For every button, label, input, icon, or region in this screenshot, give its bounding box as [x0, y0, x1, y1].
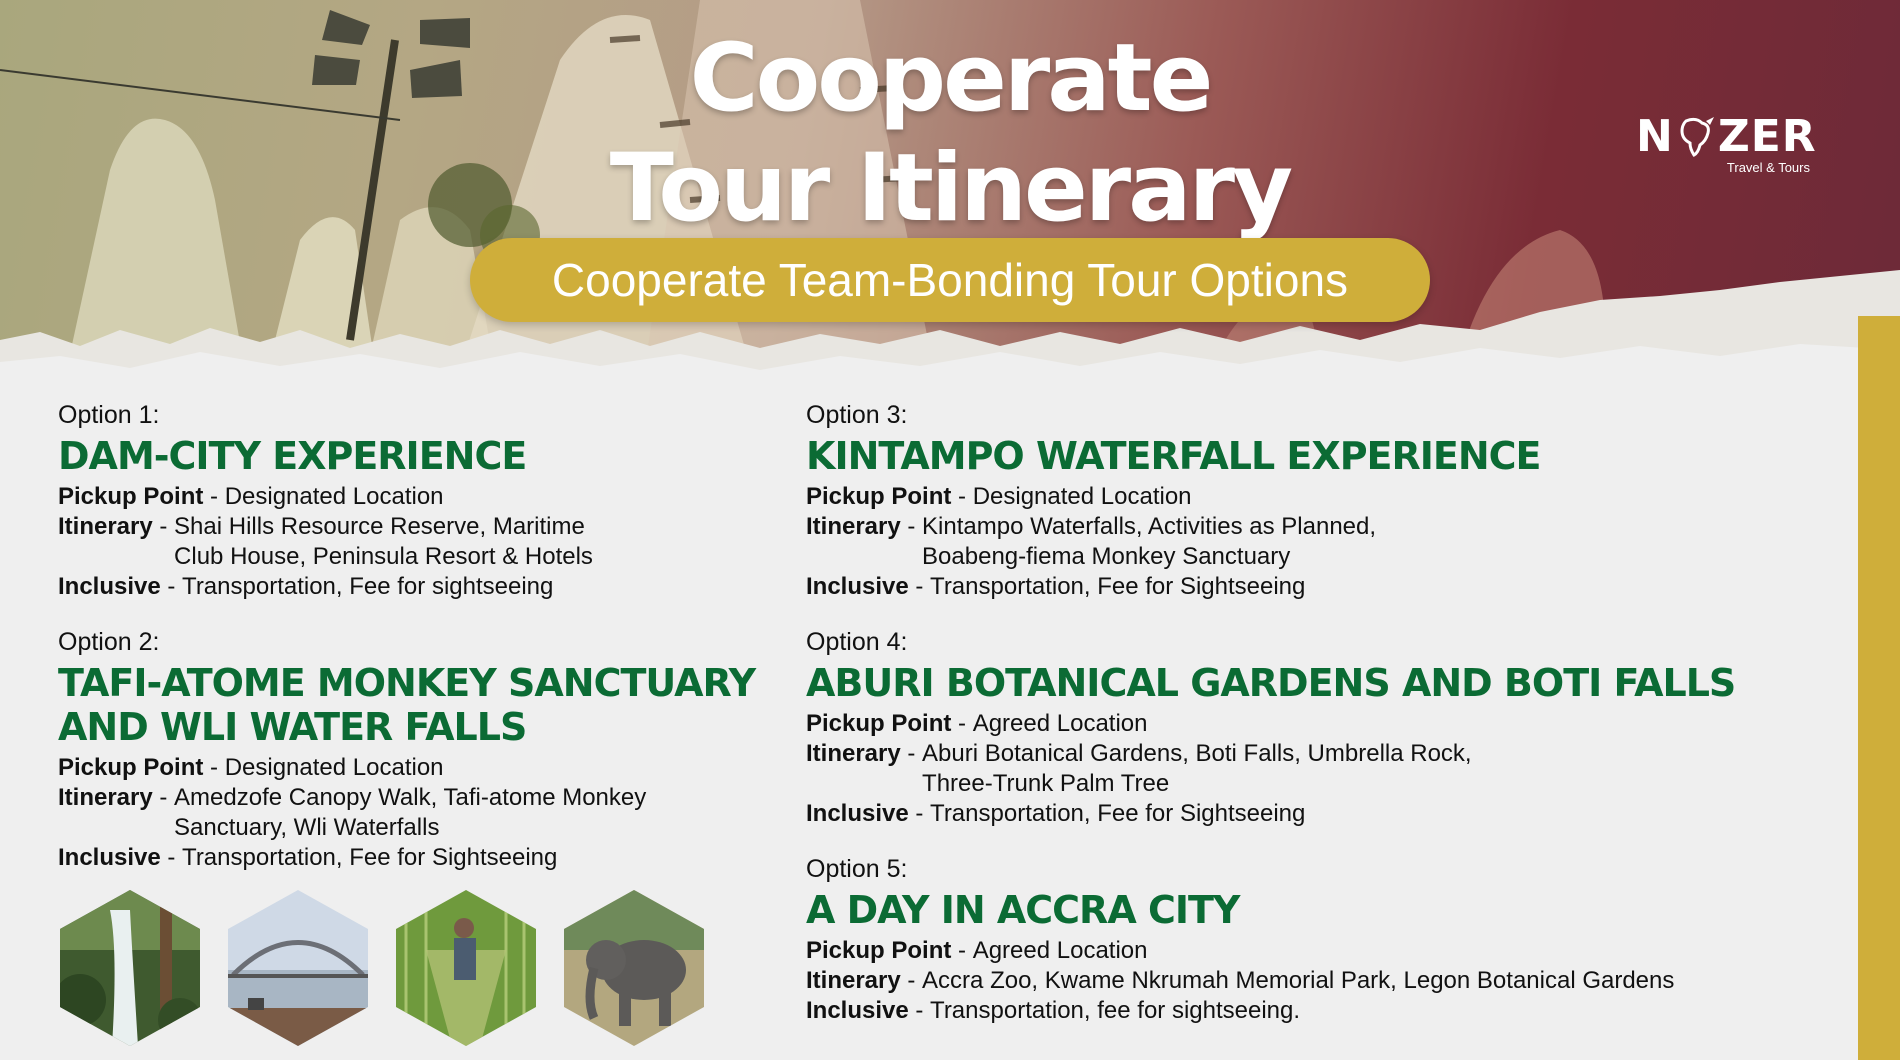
itinerary-key: Itinerary [806, 740, 901, 767]
option-card-1: Option 1: DAM-CITY EXPERIENCE Pickup Poi… [58, 400, 593, 602]
inclusive-value: Transportation, fee for sightseeing. [930, 997, 1301, 1024]
logo-text-right: ZER [1717, 111, 1817, 162]
page-title-line1: Cooperate [689, 24, 1214, 133]
inclusive-row: Inclusive - Transportation, Fee for sigh… [58, 573, 554, 600]
pickup-row: Pickup Point - Designated Location [58, 754, 444, 781]
waterfall-photo [60, 890, 200, 1046]
itinerary-value: Accra Zoo, Kwame Nkrumah Memorial Park, … [922, 967, 1675, 994]
logo-text-left: N [1636, 111, 1674, 162]
inclusive-value: Transportation, Fee for Sightseeing [182, 844, 558, 871]
option-label: Option 2: [58, 628, 160, 656]
option-title: DAM-CITY EXPERIENCE [58, 434, 527, 478]
itinerary-value: Kintampo Waterfalls, Activities as Plann… [922, 513, 1377, 570]
pickup-row: Pickup Point - Agreed Location [806, 937, 1148, 964]
option-title-line2: AND WLI WATER FALLS [58, 705, 527, 749]
pickup-value: Agreed Location [972, 710, 1148, 737]
inclusive-row: Inclusive - Transportation, Fee for Sigh… [806, 573, 1306, 600]
option-title: A DAY IN ACCRA CITY [806, 888, 1240, 932]
option-title: TAFI-ATOME MONKEY SANCTUARY AND WLI WATE… [58, 661, 756, 749]
pickup-key: Pickup Point [806, 483, 952, 510]
pickup-key: Pickup Point [806, 937, 952, 964]
pickup-key: Pickup Point [58, 483, 204, 510]
bridge-photo [228, 890, 368, 1046]
option-label: Option 5: [806, 855, 908, 883]
pickup-value: Designated Location [972, 483, 1192, 510]
itinerary-row: Itinerary - Amedzofe Canopy Walk, Tafi-a… [58, 784, 647, 841]
itinerary-row: Itinerary - Accra Zoo, Kwame Nkrumah Mem… [806, 967, 1675, 994]
inclusive-key: Inclusive [806, 997, 909, 1024]
option-card-2: Option 2: TAFI-ATOME MONKEY SANCTUARY AN… [58, 627, 756, 873]
company-logo: N ZER Travel & Tours [1636, 112, 1816, 182]
inclusive-row: Inclusive - Transportation, Fee for Sigh… [58, 844, 558, 871]
option-title-line1: TAFI-ATOME MONKEY SANCTUARY [58, 661, 756, 705]
itinerary-value: Aburi Botanical Gardens, Boti Falls, Umb… [922, 740, 1472, 797]
pickup-value: Agreed Location [972, 937, 1148, 964]
pickup-row: Pickup Point - Designated Location [58, 483, 444, 510]
inclusive-value: Transportation, Fee for sightseeing [182, 573, 554, 600]
itinerary-value: Shai Hills Resource Reserve, Maritime Cl… [174, 513, 593, 570]
pickup-row: Pickup Point - Designated Location [806, 483, 1192, 510]
elephant-photo [564, 890, 704, 1046]
option-title: ABURI BOTANICAL GARDENS AND BOTI FALLS [806, 661, 1736, 705]
africa-map-icon [1676, 115, 1716, 159]
option-card-5: Option 5: A DAY IN ACCRA CITY Pickup Poi… [806, 854, 1674, 1026]
pickup-value: Designated Location [224, 483, 444, 510]
canopy-walk-photo [396, 890, 536, 1046]
itinerary-row: Itinerary - Aburi Botanical Gardens, Bot… [806, 740, 1472, 797]
inclusive-row: Inclusive - Transportation, fee for sigh… [806, 997, 1301, 1024]
itinerary-key: Itinerary [58, 784, 153, 811]
pickup-row: Pickup Point - Agreed Location [806, 710, 1148, 737]
itinerary-key: Itinerary [806, 513, 901, 540]
option-label: Option 1: [58, 401, 160, 429]
logo-tagline: Travel & Tours [1726, 160, 1810, 175]
inclusive-key: Inclusive [806, 800, 909, 827]
option-label: Option 4: [806, 628, 908, 656]
option-card-3: Option 3: KINTAMPO WATERFALL EXPERIENCE … [806, 400, 1542, 602]
gold-side-bar [1858, 316, 1900, 1060]
pickup-key: Pickup Point [806, 710, 952, 737]
itinerary-row: Itinerary - Shai Hills Resource Reserve,… [58, 513, 593, 570]
pickup-value: Designated Location [224, 754, 444, 781]
pickup-key: Pickup Point [58, 754, 204, 781]
itinerary-row: Itinerary - Kintampo Waterfalls, Activit… [806, 513, 1377, 570]
itinerary-key: Itinerary [58, 513, 153, 540]
inclusive-key: Inclusive [58, 573, 161, 600]
page-title-line2: Tour Itinerary [609, 134, 1293, 243]
option-card-4: Option 4: ABURI BOTANICAL GARDENS AND BO… [806, 627, 1736, 829]
inclusive-row: Inclusive - Transportation, Fee for Sigh… [806, 800, 1306, 827]
inclusive-value: Transportation, Fee for Sightseeing [930, 800, 1306, 827]
option-label: Option 3: [806, 401, 908, 429]
subtitle-banner: Cooperate Team-Bonding Tour Options [470, 238, 1430, 322]
inclusive-key: Inclusive [806, 573, 909, 600]
itinerary-value: Amedzofe Canopy Walk, Tafi-atome Monkey … [174, 784, 647, 841]
option-title: KINTAMPO WATERFALL EXPERIENCE [806, 434, 1542, 478]
inclusive-value: Transportation, Fee for Sightseeing [930, 573, 1306, 600]
inclusive-key: Inclusive [58, 844, 161, 871]
itinerary-key: Itinerary [806, 967, 901, 994]
